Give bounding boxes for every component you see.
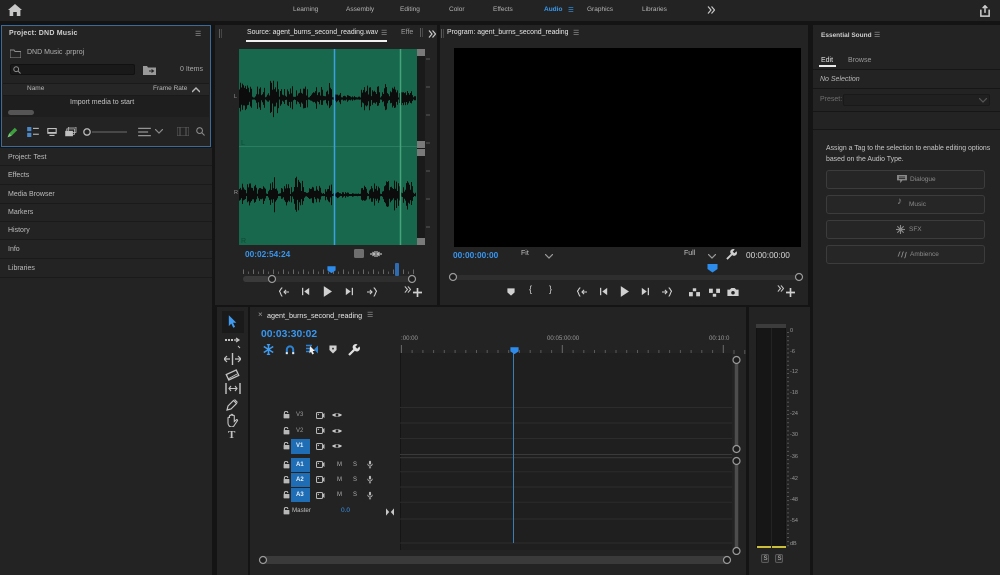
svg-text:L: L <box>241 140 245 147</box>
svg-text:R: R <box>241 238 246 245</box>
